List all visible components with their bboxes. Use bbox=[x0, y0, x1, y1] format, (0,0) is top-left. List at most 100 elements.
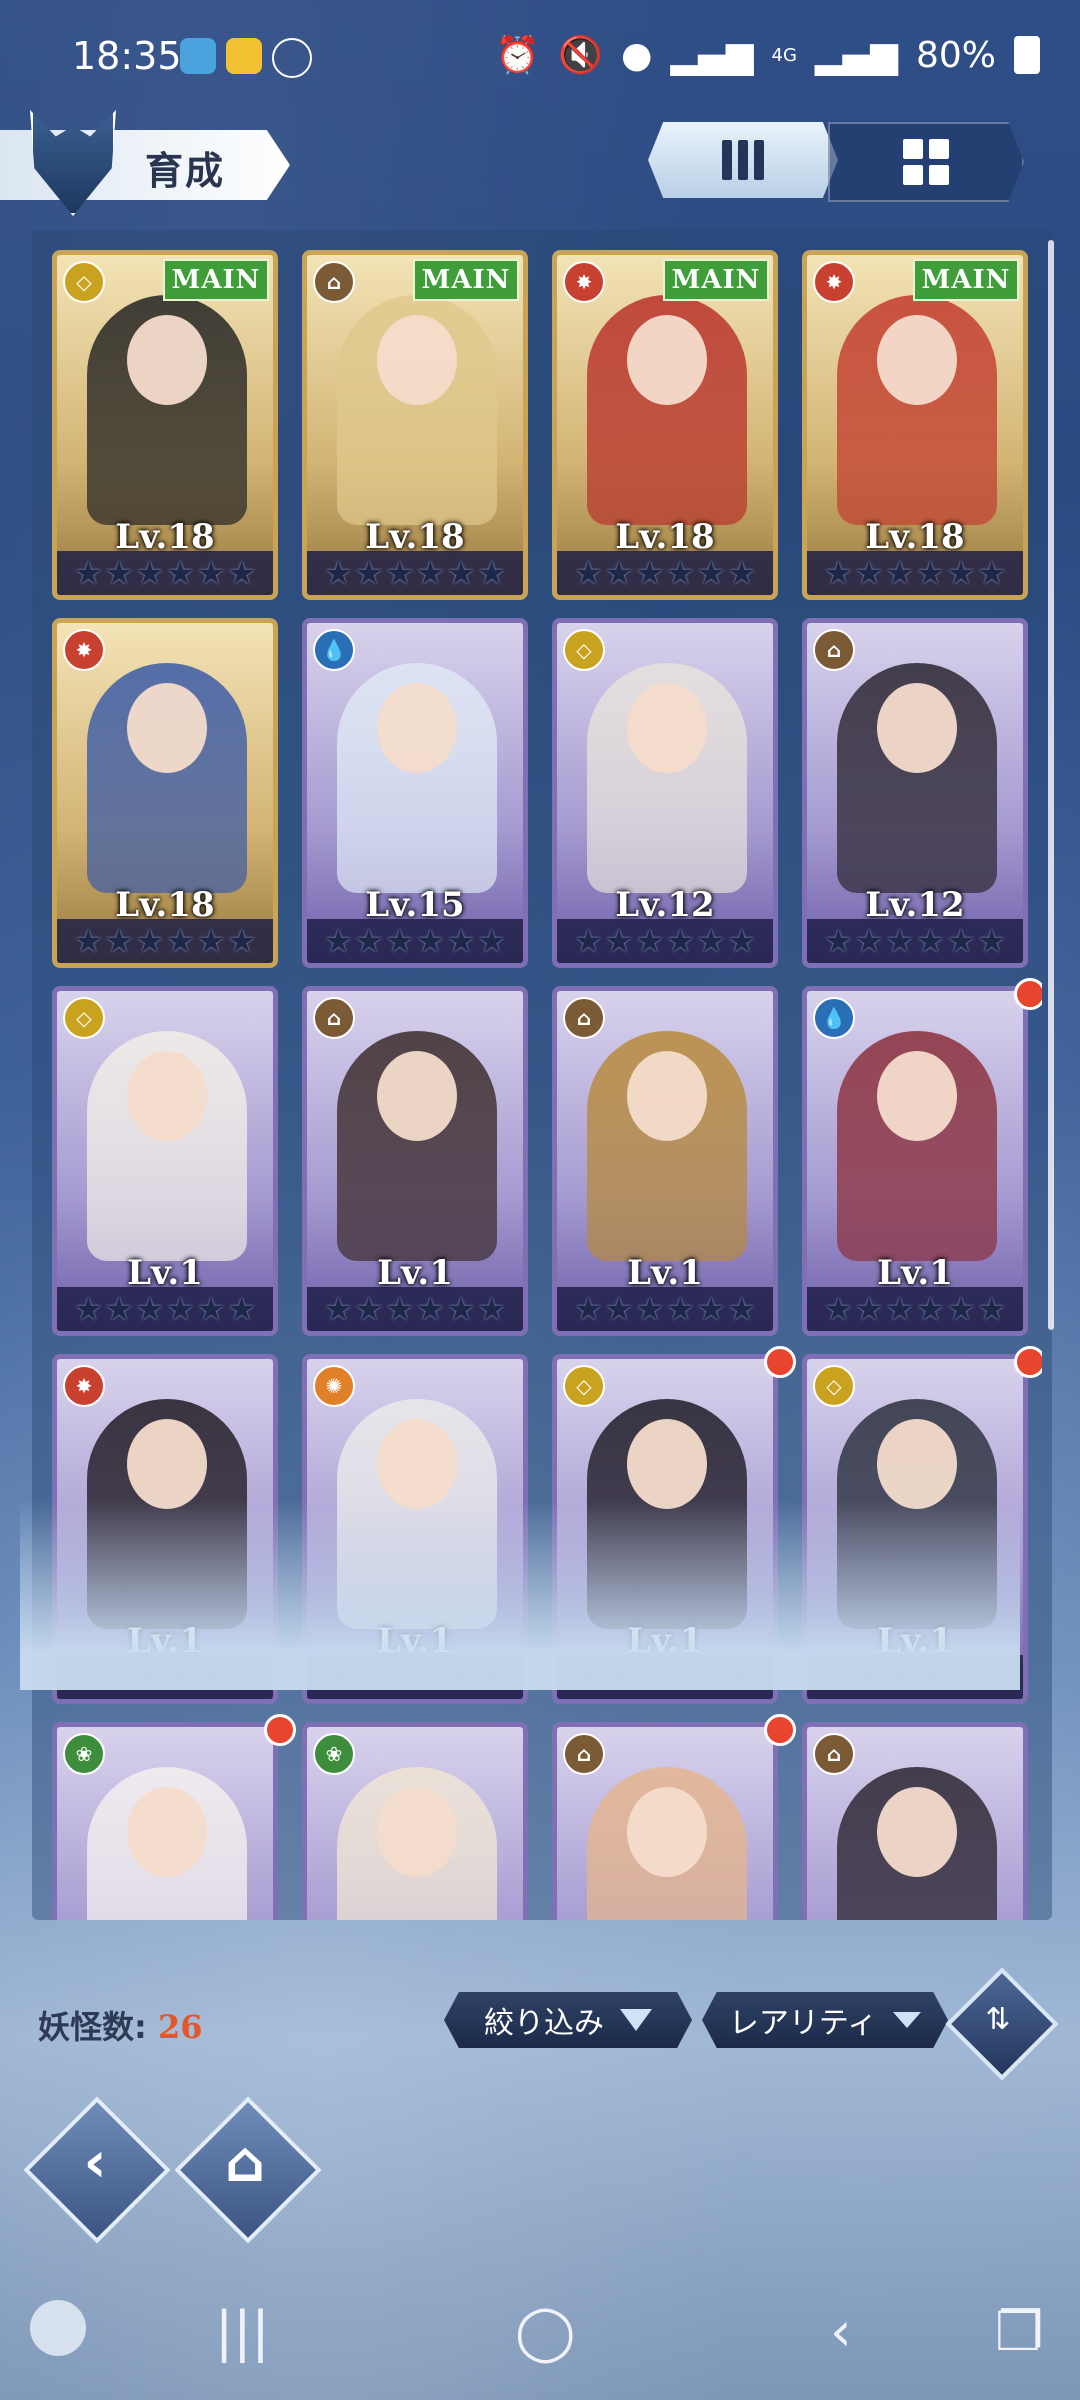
star-icon: ★ bbox=[666, 1290, 695, 1328]
star-icon: ★ bbox=[854, 554, 884, 592]
star-icon: ★ bbox=[916, 922, 945, 960]
star-icon: ★ bbox=[196, 922, 226, 960]
android-nav-bar: ||| ◯ ‹ ❐ bbox=[0, 2270, 1080, 2400]
star-icon: ★ bbox=[227, 1290, 257, 1328]
fox-mask-icon bbox=[30, 110, 116, 216]
star-icon: ★ bbox=[135, 554, 164, 592]
grid-view-button[interactable] bbox=[828, 122, 1024, 202]
character-card[interactable]: ◇Lv.1★★★★★★ bbox=[52, 986, 278, 1336]
star-icon: ★ bbox=[635, 922, 664, 960]
filter-label: 絞り込み bbox=[484, 2006, 604, 2041]
scrollbar[interactable] bbox=[1048, 240, 1054, 1330]
star-icon: ★ bbox=[354, 922, 384, 960]
star-rating: ★★★★★★ bbox=[307, 551, 523, 595]
star-icon: ★ bbox=[416, 1290, 445, 1328]
star-icon: ★ bbox=[135, 922, 164, 960]
star-icon: ★ bbox=[323, 554, 353, 592]
count-label: 妖怪数: bbox=[38, 2008, 147, 2046]
main-badge: MAIN bbox=[663, 259, 769, 301]
character-card[interactable]: ⌂ bbox=[552, 1722, 778, 1920]
star-icon: ★ bbox=[885, 554, 914, 592]
character-card[interactable]: 💧 Lv.1 ★ ★ ★ ★ ★ ★ bbox=[802, 986, 1028, 1336]
back-arrow-icon: ‹ bbox=[83, 2130, 107, 2195]
wind-element-icon: ❀ bbox=[63, 1733, 105, 1775]
star-icon: ★ bbox=[727, 554, 757, 592]
character-face bbox=[877, 1051, 957, 1141]
character-card[interactable]: ✸ MAIN Lv.18 ★ ★ ★ ★ ★ ★ bbox=[802, 250, 1028, 600]
star-icon: ★ bbox=[73, 554, 103, 592]
back-nav-button[interactable]: ‹ bbox=[830, 2300, 852, 2363]
star-icon: ★ bbox=[323, 1290, 353, 1328]
star-icon: ★ bbox=[916, 1290, 945, 1328]
star-icon: ★ bbox=[604, 922, 634, 960]
recent-apps-button[interactable]: ||| bbox=[215, 2300, 270, 2363]
fire-element-icon: ✸ bbox=[563, 261, 605, 303]
light-element-icon: ◇ bbox=[563, 1365, 605, 1407]
character-face bbox=[627, 683, 707, 773]
star-icon: ★ bbox=[573, 554, 603, 592]
star-rating: ★★★★★★ bbox=[57, 551, 273, 595]
sort-label: レアリティ bbox=[728, 2006, 878, 2041]
grid-fade-overlay bbox=[20, 1500, 1020, 1690]
star-icon: ★ bbox=[166, 922, 195, 960]
star-icon: ★ bbox=[696, 1290, 726, 1328]
character-card[interactable]: ⌂ Lv.12 ★ ★ ★ ★ ★ ★ bbox=[802, 618, 1028, 968]
character-card[interactable]: ❀ bbox=[302, 1722, 528, 1920]
list-view-button[interactable] bbox=[648, 122, 838, 198]
star-icon: ★ bbox=[573, 922, 603, 960]
star-rating: ★★★★★★ bbox=[307, 1287, 523, 1331]
star-icon: ★ bbox=[666, 554, 695, 592]
star-rating: ★★★★★★ bbox=[807, 919, 1023, 963]
main-badge: MAIN bbox=[163, 259, 269, 301]
star-icon: ★ bbox=[477, 1290, 507, 1328]
character-card[interactable]: ❀ bbox=[52, 1722, 278, 1920]
fire-element-icon: ✸ bbox=[63, 629, 105, 671]
filter-button[interactable]: 絞り込み bbox=[444, 1992, 692, 2048]
status-time: 18:35 bbox=[72, 34, 182, 78]
sort-rarity-dropdown[interactable]: レアリティ bbox=[702, 1992, 948, 2048]
star-icon: ★ bbox=[696, 554, 726, 592]
star-rating: ★★★★★★ bbox=[557, 919, 773, 963]
star-icon: ★ bbox=[227, 554, 257, 592]
character-card[interactable]: ◇ MAIN Lv.18 ★ ★ ★ ★ ★ ★ bbox=[52, 250, 278, 600]
character-card[interactable]: ✸ Lv.18 ★ ★ ★ ★ ★ ★ bbox=[52, 618, 278, 968]
star-icon: ★ bbox=[135, 1290, 164, 1328]
character-card[interactable]: ⌂ Lv.1 ★ ★ ★ ★ ★ ★ bbox=[552, 986, 778, 1336]
character-face bbox=[877, 683, 957, 773]
location-icon: ● bbox=[621, 34, 653, 76]
character-face bbox=[127, 1419, 207, 1509]
page-title: 育成 bbox=[145, 149, 226, 193]
character-card[interactable]: ◇ Lv.12 ★ ★ ★ ★ ★ ★ bbox=[552, 618, 778, 968]
star-icon: ★ bbox=[977, 554, 1007, 592]
character-card[interactable]: 💧 Lv.15 ★ ★ ★ ★ ★ ★ bbox=[302, 618, 528, 968]
list-view-icon bbox=[722, 140, 764, 180]
notification-dot bbox=[1014, 978, 1042, 1010]
star-icon: ★ bbox=[323, 922, 353, 960]
star-icon: ★ bbox=[196, 554, 226, 592]
mute-icon: 🔇 bbox=[558, 35, 604, 76]
star-icon: ★ bbox=[854, 1290, 884, 1328]
star-icon: ★ bbox=[727, 922, 757, 960]
star-icon: ★ bbox=[166, 1290, 195, 1328]
star-icon: ★ bbox=[385, 922, 414, 960]
star-icon: ★ bbox=[823, 554, 853, 592]
signal-icon-2: ▂▄▆ bbox=[814, 34, 898, 76]
earth-element-icon: ⌂ bbox=[813, 629, 855, 671]
star-rating: ★★★★★★ bbox=[557, 1287, 773, 1331]
star-icon: ★ bbox=[635, 1290, 664, 1328]
character-card[interactable]: ⌂ MAIN Lv.18 ★ ★ ★ ★ ★ ★ bbox=[302, 250, 528, 600]
star-icon: ★ bbox=[604, 1290, 634, 1328]
character-card[interactable]: ⌂ Lv.1 ★ ★ ★ ★ ★ ★ bbox=[302, 986, 528, 1336]
earth-element-icon: ⌂ bbox=[563, 1733, 605, 1775]
character-face bbox=[127, 683, 207, 773]
count-value: 26 bbox=[157, 2008, 203, 2046]
dropdown-arrow-icon bbox=[893, 2012, 922, 2028]
star-icon: ★ bbox=[196, 1290, 226, 1328]
view-toggle bbox=[648, 122, 1024, 202]
character-card[interactable]: ✸ MAIN Lv.18 ★ ★ ★ ★ ★ ★ bbox=[552, 250, 778, 600]
character-card[interactable]: ⌂ bbox=[802, 1722, 1028, 1920]
character-face bbox=[377, 315, 457, 405]
multi-window-button[interactable]: ❐ bbox=[995, 2300, 1043, 2363]
home-nav-button[interactable]: ◯ bbox=[515, 2300, 575, 2363]
home-icon: ⌂ bbox=[224, 2130, 266, 2195]
